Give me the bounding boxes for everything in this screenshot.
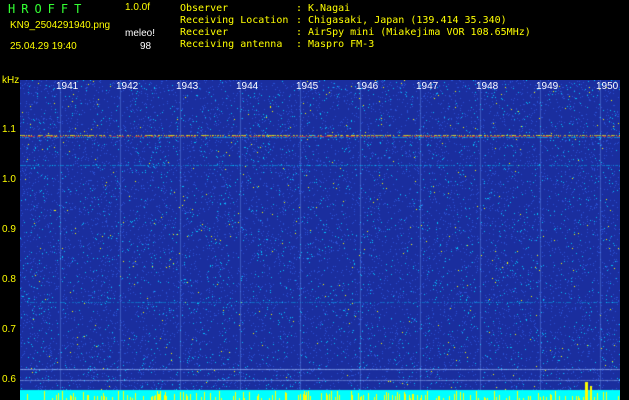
filename-label: KN9_2504291940.png [10, 20, 111, 31]
meta-value: K.Nagai [308, 3, 351, 14]
y-tick-label: 0.6 [2, 374, 16, 385]
mode-label: meleo! [125, 28, 156, 39]
x-tick-label: 1949 [536, 81, 559, 92]
x-tick-label: 1944 [236, 81, 259, 92]
version-label: 1.0.0f [125, 2, 151, 13]
y-tick-label: 0.7 [2, 324, 16, 335]
x-tick-label: 1947 [416, 81, 439, 92]
meta-label: Receiving Location [180, 15, 289, 26]
y-tick-label: 0.9 [2, 224, 16, 235]
meta-separator: : [296, 39, 303, 50]
x-tick-label: 1943 [176, 81, 199, 92]
x-tick-label: 1942 [116, 81, 139, 92]
meta-value: AirSpy mini (Miakejima VOR 108.65MHz) [308, 27, 531, 38]
meta-label: Receiving antenna [180, 39, 283, 50]
y-tick-label: 1.1 [2, 124, 16, 135]
datetime-label: 25.04.29 19:40 [10, 41, 77, 52]
x-tick-label: 1946 [356, 81, 379, 92]
app-title: HROFFT [8, 2, 88, 16]
x-tick-label: 1945 [296, 81, 319, 92]
x-tick-label: 1950 [596, 81, 619, 92]
meta-label: Observer [180, 3, 229, 14]
x-tick-label: 1941 [56, 81, 79, 92]
meta-separator: : [296, 15, 303, 26]
meta-label: Receiver [180, 27, 229, 38]
meta-row-receiver: Receiver: AirSpy mini (Miakejima VOR 108.… [180, 28, 531, 38]
x-tick-label: 1948 [476, 81, 499, 92]
meta-value: Maspro FM-3 [308, 39, 375, 50]
y-tick-label: 0.8 [2, 274, 16, 285]
meta-row-location: Receiving Location: Chigasaki, Japan (139… [180, 16, 507, 26]
meta-separator: : [296, 3, 303, 14]
count-label: 98 [140, 41, 152, 52]
spectrogram-canvas [20, 80, 620, 400]
y-tick-label: 1.0 [2, 174, 16, 185]
y-axis-unit-label: kHz [2, 75, 20, 86]
meta-row-antenna: Receiving antenna: Maspro FM-3 [180, 40, 374, 50]
meta-separator: : [296, 27, 303, 38]
meta-value: Chigasaki, Japan (139.414 35.340) [308, 15, 507, 26]
meta-row-observer: Observer: K.Nagai [180, 4, 350, 14]
